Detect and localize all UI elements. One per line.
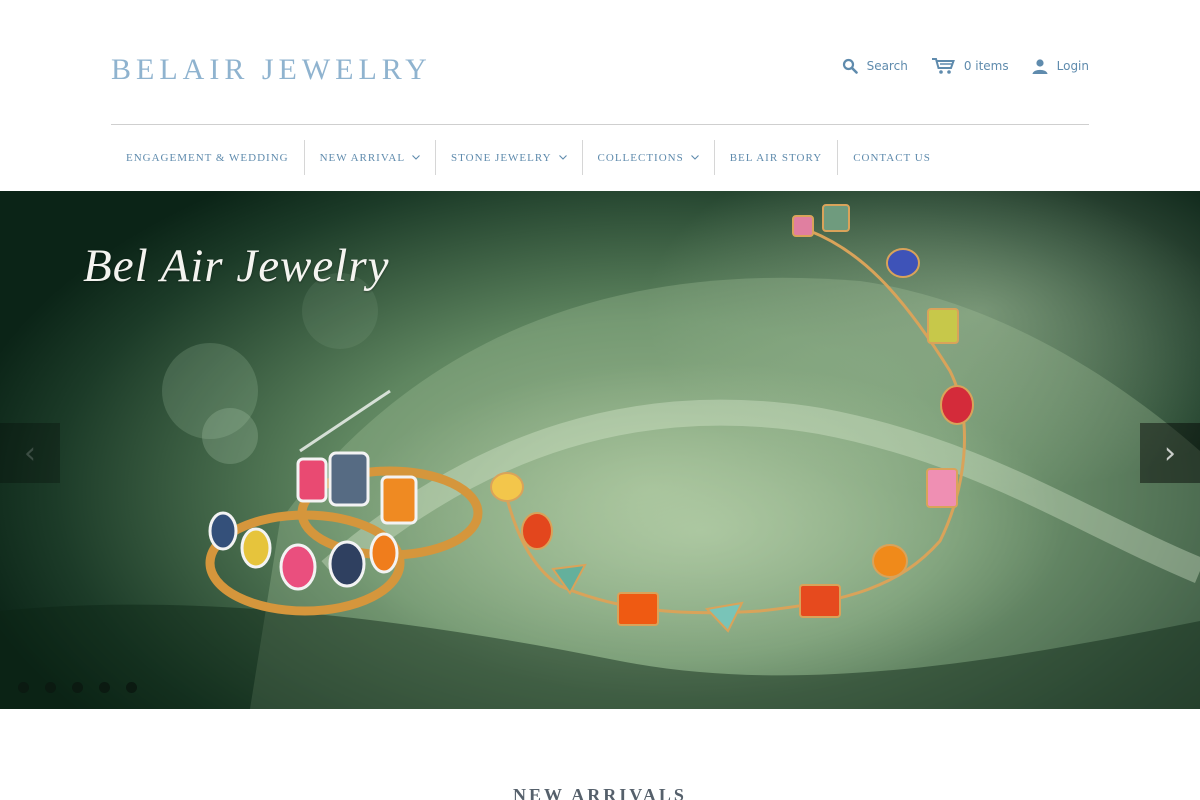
chevron-right-icon: › — [1164, 435, 1176, 471]
cart-link[interactable]: 0 items — [931, 57, 1009, 75]
nav-item-label: COLLECTIONS — [597, 151, 684, 164]
slider-dot[interactable] — [45, 682, 56, 693]
slider-dot[interactable] — [126, 682, 137, 693]
hero-slider: Bel Air Jewelry ‹ › — [0, 191, 1200, 709]
nav-item-label: NEW ARRIVAL — [319, 151, 406, 164]
chevron-down-icon — [412, 155, 420, 160]
utility-nav: Search 0 items Login — [819, 57, 1089, 75]
slider-next-button[interactable]: › — [1140, 423, 1200, 483]
cart-icon — [931, 58, 955, 74]
main-nav: ENGAGEMENT & WEDDING NEW ARRIVAL STONE J… — [111, 140, 946, 175]
nav-item-collections[interactable]: COLLECTIONS — [581, 140, 714, 175]
nav-item-label: BEL AIR STORY — [729, 151, 823, 164]
cart-count: 0 items — [963, 59, 1009, 73]
nav-item-bel-air-story[interactable]: BEL AIR STORY — [713, 140, 837, 175]
user-icon — [1032, 58, 1048, 74]
nav-item-stone-jewelry[interactable]: STONE JEWELRY — [435, 140, 582, 175]
nav-item-label: CONTACT US — [853, 151, 931, 164]
slider-dot[interactable] — [99, 682, 110, 693]
section-title-new-arrivals: NEW ARRIVALS — [513, 785, 687, 800]
login-label: Login — [1056, 59, 1089, 73]
site-logo[interactable]: BELAIR JEWELRY — [111, 52, 432, 88]
slider-dot[interactable] — [18, 682, 29, 693]
search-icon — [842, 58, 858, 74]
slider-dot[interactable] — [72, 682, 83, 693]
hero-title: Bel Air Jewelry — [83, 240, 390, 292]
nav-item-engagement-wedding[interactable]: ENGAGEMENT & WEDDING — [111, 140, 304, 175]
header-divider — [111, 124, 1089, 125]
nav-item-label: ENGAGEMENT & WEDDING — [126, 151, 289, 164]
chevron-down-icon — [558, 155, 567, 160]
search-link[interactable]: Search — [842, 58, 908, 74]
nav-item-new-arrival[interactable]: NEW ARRIVAL — [303, 140, 435, 175]
slider-prev-button[interactable]: ‹ — [0, 423, 60, 483]
login-link[interactable]: Login — [1032, 58, 1089, 74]
slider-pagination — [18, 682, 153, 693]
chevron-left-icon: ‹ — [24, 435, 36, 471]
nav-item-label: STONE JEWELRY — [451, 151, 552, 164]
search-label: Search — [866, 59, 908, 73]
chevron-down-icon — [690, 155, 699, 160]
nav-item-contact-us[interactable]: CONTACT US — [837, 140, 946, 175]
